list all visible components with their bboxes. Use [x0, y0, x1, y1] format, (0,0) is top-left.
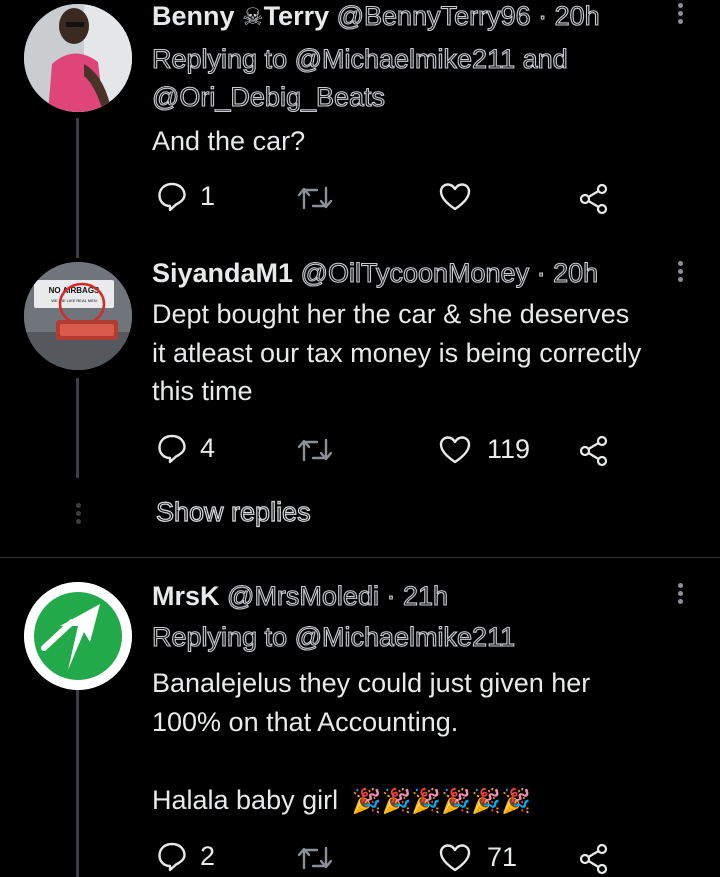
avatar-logo	[24, 582, 132, 690]
share-icon	[579, 183, 608, 215]
avatar-photo	[24, 4, 132, 112]
tweet-text-line: Halala baby girl 🎉🎉🎉🎉🎉🎉	[152, 781, 712, 821]
retweet-action[interactable]	[297, 844, 333, 872]
share-icon	[579, 435, 608, 467]
retweet-icon	[297, 438, 333, 462]
reply-mention-link[interactable]: @Michaelmike211	[294, 43, 516, 74]
retweet-action[interactable]	[297, 436, 333, 464]
tweet-text-line: Banalejelus they could just given her	[152, 668, 591, 698]
reply-icon	[158, 842, 186, 872]
retweet-icon	[297, 846, 333, 870]
tweet-text-fragment: Halala baby girl	[152, 785, 339, 815]
replying-prefix: Replying to	[151, 621, 288, 652]
tweet-text: And the car?	[152, 126, 306, 156]
display-name[interactable]: SiyandaM1	[152, 258, 293, 288]
avatar[interactable]	[24, 4, 132, 112]
thread-more-dots	[72, 500, 84, 527]
reply-icon	[158, 182, 186, 212]
show-replies-link[interactable]: Show replies	[155, 495, 311, 529]
party-popper-emoji: 🎉🎉🎉🎉🎉🎉	[351, 787, 531, 815]
share-icon	[579, 843, 608, 875]
more-options-button[interactable]	[670, 0, 690, 30]
reply-mention-link[interactable]: @Michaelmike211	[294, 621, 516, 652]
like-count: 71	[487, 842, 518, 872]
reply-icon	[158, 434, 186, 464]
divider	[0, 557, 720, 558]
thread-line	[76, 118, 79, 258]
avatar[interactable]	[24, 582, 132, 690]
tweet-header: Benny ☠Terry @BennyTerry96 · 20h	[152, 0, 600, 34]
heart-icon	[439, 183, 471, 211]
avatar-sticker-subtext: WE DIE LIKE REAL MEN	[51, 298, 97, 303]
like-action[interactable]: 119	[439, 434, 530, 465]
heart-icon	[439, 843, 471, 871]
heart-icon	[439, 435, 471, 463]
more-options-button[interactable]	[670, 580, 690, 610]
tweet-text: Dept bought her the car & she deserves i…	[152, 295, 712, 411]
replying-and: and	[522, 43, 568, 74]
share-action[interactable]	[578, 435, 610, 467]
tweet-header: MrsK @MrsMoledi · 21h	[152, 580, 449, 612]
reply-action[interactable]: 2	[156, 840, 215, 872]
timestamp[interactable]: · 20h	[536, 257, 599, 288]
tweet-text: Banalejelus they could just given her 10…	[152, 664, 712, 741]
avatar[interactable]: NO AIRBAGS WE DIE LIKE REAL MEN	[24, 262, 132, 370]
reply-action[interactable]: 4	[156, 432, 215, 464]
display-name-2[interactable]: Terry	[264, 1, 330, 31]
timestamp[interactable]: · 20h	[538, 0, 601, 31]
reply-count: 4	[200, 432, 216, 463]
retweet-icon	[297, 186, 333, 210]
replying-to: Replying to @Michaelmike211 and @Ori_Deb…	[151, 40, 672, 116]
display-name[interactable]: Benny	[152, 1, 235, 31]
handle[interactable]: @MrsMoledi	[226, 580, 379, 611]
share-action[interactable]	[578, 843, 610, 875]
replying-to: Replying to @Michaelmike211	[151, 618, 672, 656]
like-action[interactable]: 71	[439, 842, 517, 873]
tweet-header: SiyandaM1 @OilTycoonMoney · 20h	[152, 257, 599, 289]
timestamp[interactable]: · 21h	[386, 580, 449, 611]
reply-count: 2	[200, 840, 216, 871]
replying-prefix: Replying to	[151, 43, 288, 74]
skull-emoji: ☠	[242, 4, 264, 31]
tweet-text-line: it atleast our tax money is being correc…	[152, 337, 642, 368]
thread-line	[76, 683, 79, 877]
tweet-text-line: this time	[152, 376, 253, 406]
reply-action[interactable]: 1	[156, 180, 215, 212]
more-options-button[interactable]	[670, 258, 690, 288]
avatar-photo: NO AIRBAGS WE DIE LIKE REAL MEN	[24, 262, 132, 370]
handle[interactable]: @OilTycoonMoney	[300, 257, 530, 288]
retweet-action[interactable]	[297, 184, 333, 212]
display-name[interactable]: MrsK	[152, 581, 220, 611]
share-action[interactable]	[578, 183, 610, 215]
tweet-text-line: Dept bought her the car & she deserves	[152, 299, 630, 329]
like-action[interactable]	[439, 182, 471, 212]
thread-line	[76, 378, 79, 478]
reply-mention-link[interactable]: @Ori_Debig_Beats	[151, 81, 385, 112]
tweet-text-line: 100% on that Accounting.	[152, 706, 459, 737]
reply-count: 1	[200, 180, 216, 211]
handle[interactable]: @BennyTerry96	[336, 0, 531, 31]
like-count: 119	[487, 434, 531, 464]
